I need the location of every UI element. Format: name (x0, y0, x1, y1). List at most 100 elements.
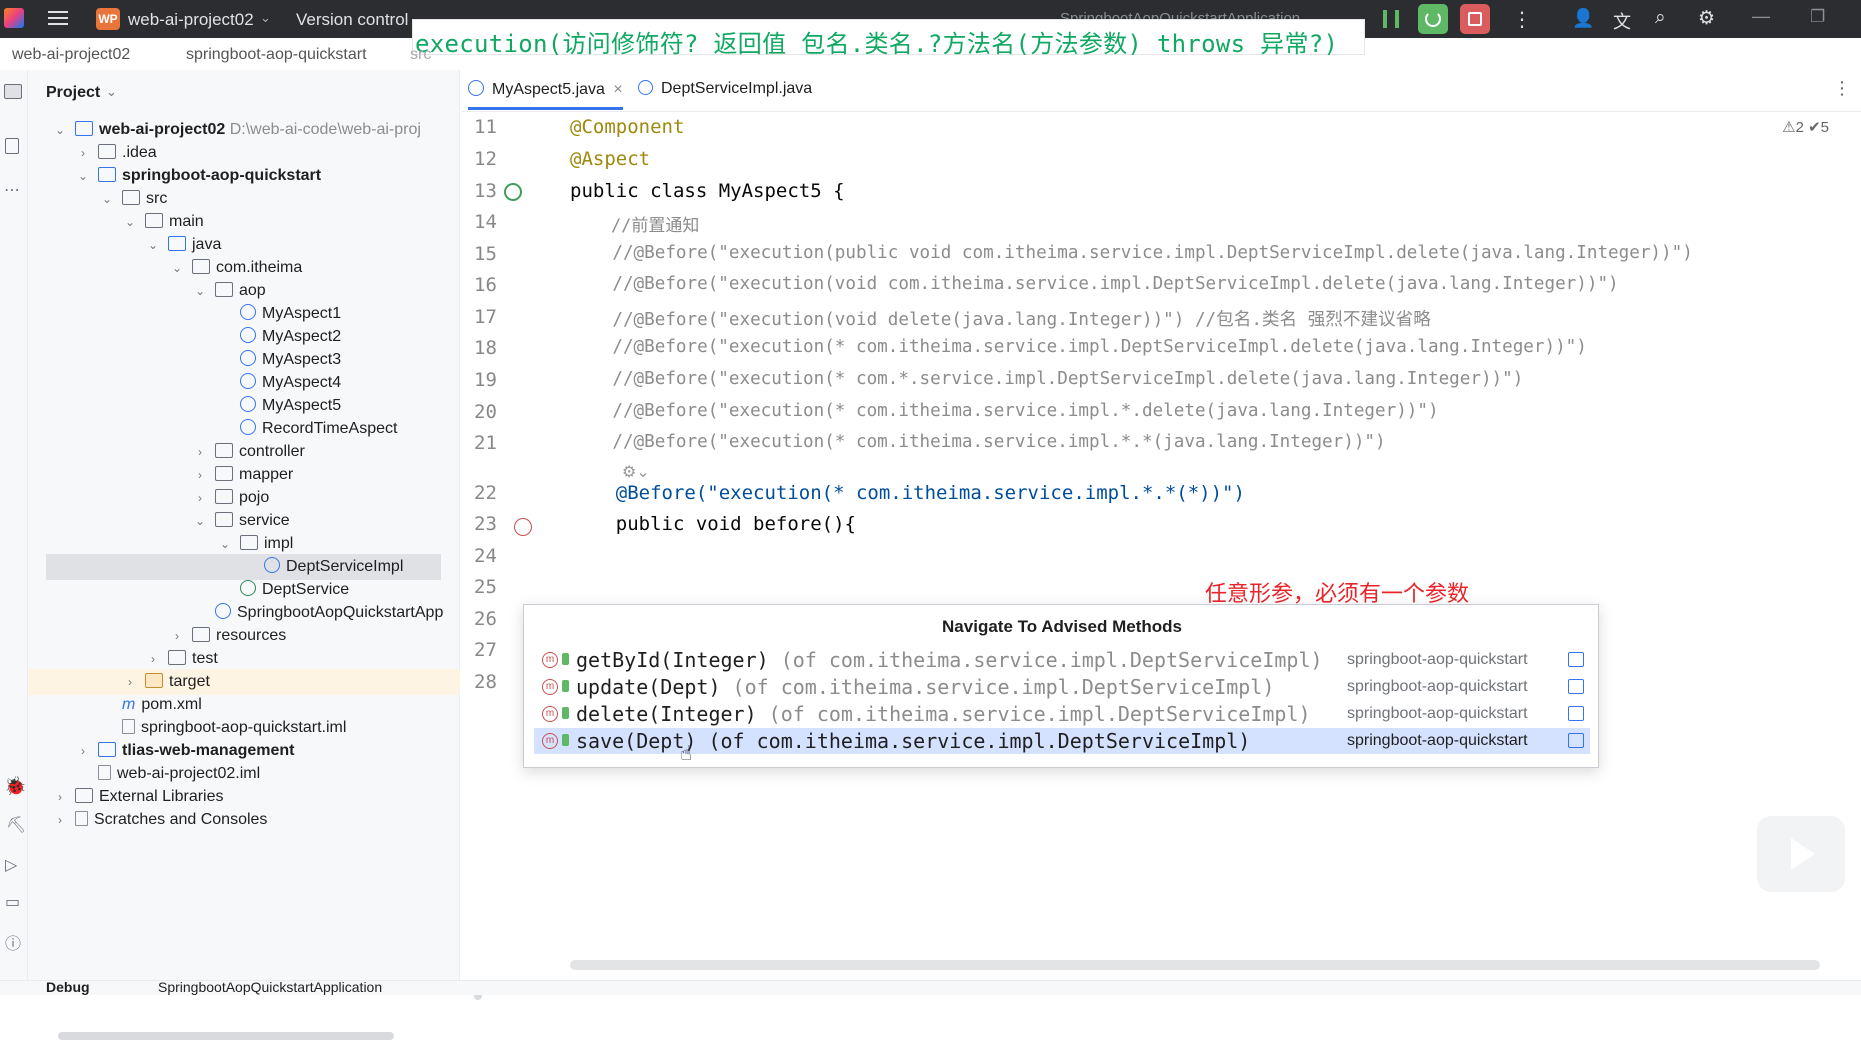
line-number: 26 (474, 608, 497, 630)
line-number: 17 (474, 306, 497, 328)
tree-label: service (239, 512, 290, 529)
chevron-down-icon[interactable]: ⌄ (53, 117, 67, 143)
more-options-icon[interactable]: ⋮ (1512, 7, 1532, 32)
project-panel-title[interactable]: Project (46, 84, 100, 102)
folder-icon (98, 144, 116, 159)
public-access-icon (562, 707, 569, 719)
rerun-button[interactable] (1418, 4, 1448, 34)
code-text: public class MyAspect5 { (570, 180, 845, 202)
tree-label: External Libraries (99, 788, 224, 805)
build-tool-icon[interactable]: ⛏ (6, 815, 26, 835)
tree-label: tlias-web-management (122, 742, 295, 759)
module-name: springboot-aop-quickstart (1347, 651, 1528, 668)
problems-tool-icon[interactable]: ⓘ (5, 930, 21, 954)
package-icon (215, 489, 233, 504)
chevron-down-icon[interactable]: ⌄ (193, 508, 207, 534)
chevron-down-icon[interactable]: ⌄ (170, 255, 184, 281)
search-icon[interactable]: ⌕ (1655, 7, 1666, 29)
folder-icon (122, 190, 140, 205)
package-icon (215, 512, 233, 527)
refresh-icon (1425, 11, 1441, 27)
stop-button[interactable] (1460, 4, 1490, 34)
class-icon (240, 419, 256, 435)
project-horizontal-scrollbar[interactable] (58, 1032, 394, 1040)
ai-suggest-icon[interactable]: ⚙⌄ (622, 462, 650, 482)
chevron-down-icon[interactable]: ⌄ (123, 209, 137, 235)
tree-label: MyAspect1 (262, 305, 342, 322)
resources-folder-icon (192, 627, 210, 642)
intellij-logo-icon[interactable] (4, 8, 24, 28)
line-number: 18 (474, 337, 497, 359)
inspection-widget[interactable]: ⚠2 ✔5 (1782, 118, 1829, 136)
project-badge[interactable]: WP (96, 8, 120, 30)
maximize-icon[interactable]: ❐ (1810, 7, 1825, 27)
tab-myaspect5[interactable]: MyAspect5.java × (468, 80, 623, 110)
terminal-tool-icon[interactable]: ▭ (5, 892, 20, 912)
method-icon: m (542, 733, 558, 749)
debug-tool-icon[interactable]: 🐞 (4, 776, 26, 797)
add-user-icon[interactable]: 👤 (1572, 8, 1594, 29)
chevron-down-icon[interactable]: ⌄ (146, 232, 160, 258)
chevron-down-icon[interactable]: ⌄ (76, 163, 90, 189)
tree-label: Scratches and Consoles (94, 811, 268, 828)
tree-label: MyAspect2 (262, 328, 342, 345)
chevron-down-icon[interactable]: ⌄ (100, 186, 114, 212)
advice-gutter-icon[interactable] (514, 518, 532, 536)
chevron-right-icon[interactable]: › (53, 807, 67, 833)
chevron-down-icon[interactable]: ⌄ (193, 278, 207, 304)
class-icon (240, 373, 256, 389)
tree-label: com.itheima (216, 259, 303, 276)
popup-title: Navigate To Advised Methods (942, 617, 1182, 636)
code-editor[interactable]: MyAspect5.java × DeptServiceImpl.java ⋮ … (462, 70, 1861, 995)
code-text: //@Before("execution(* com.itheima.servi… (570, 337, 1587, 357)
breadcrumb: web-ai-project02 springboot-aop-quicksta… (0, 42, 1861, 70)
tab-label: DeptServiceImpl.java (661, 80, 813, 97)
advised-method-item[interactable]: m update(Dept) (of com.itheima.service.i… (534, 674, 1590, 700)
main-menu-icon[interactable] (48, 11, 68, 25)
breadcrumb-item[interactable]: web-ai-project02 (12, 46, 130, 64)
services-tool-icon[interactable]: ▷ (5, 855, 17, 875)
library-icon (75, 788, 93, 803)
structure-tool-icon[interactable] (5, 138, 19, 154)
advised-method-item[interactable]: m delete(Integer) (of com.itheima.servic… (534, 701, 1590, 727)
spring-app-icon (215, 603, 231, 619)
tree-node-target[interactable]: › target (28, 669, 460, 695)
tree-label: .idea (122, 144, 157, 161)
maven-icon: m (122, 696, 136, 713)
debug-tab[interactable]: Debug (46, 979, 90, 995)
code-text: //@Before("execution(* com.itheima.servi… (570, 401, 1439, 421)
advised-method-item[interactable]: m getById(Integer) (of com.itheima.servi… (534, 647, 1590, 673)
module-folder-icon (1568, 733, 1584, 748)
settings-icon[interactable]: ⚙ (1698, 7, 1715, 30)
more-tools-icon[interactable]: ⋯ (4, 180, 20, 200)
method-owner: (of com.itheima.service.impl.DeptService… (708, 729, 1251, 753)
method-name: getById(Integer) (576, 648, 769, 672)
minimize-icon[interactable]: — (1752, 6, 1770, 27)
tab-options-icon[interactable]: ⋮ (1833, 78, 1851, 99)
line-number: 15 (474, 243, 497, 265)
tree-label: java (192, 236, 222, 253)
advised-method-item-selected[interactable]: m save(Dept) (of com.itheima.service.imp… (534, 728, 1590, 754)
video-play-button[interactable] (1757, 816, 1845, 892)
project-tool-icon[interactable] (4, 84, 22, 99)
bean-gutter-icon[interactable] (504, 183, 522, 201)
version-control-menu[interactable]: Version control (296, 10, 408, 30)
breadcrumb-item[interactable]: springboot-aop-quickstart (186, 46, 367, 64)
breadcrumb-item[interactable]: src (410, 46, 431, 64)
method-signature: save(Dept) (of com.itheima.service.impl.… (576, 729, 1250, 753)
editor-h-scrollbar[interactable] (570, 960, 1820, 970)
class-icon (468, 80, 484, 96)
method-signature: getById(Integer) (of com.itheima.service… (576, 648, 1323, 672)
tree-node-scratches[interactable]: › Scratches and Consoles (58, 807, 268, 833)
tab-deptserviceimpl[interactable]: DeptServiceImpl.java (638, 80, 812, 98)
close-icon[interactable]: × (613, 81, 622, 98)
chevron-down-icon: ⌄ (260, 10, 271, 25)
project-switcher[interactable]: web-ai-project02 (128, 10, 254, 30)
code-text: //前置通知 (570, 216, 700, 236)
chevron-right-icon[interactable]: › (76, 738, 90, 764)
source-folder-icon (168, 236, 186, 251)
code-text: //@Before("execution(void com.itheima.se… (570, 274, 1619, 294)
debug-pause-icon[interactable] (1383, 10, 1399, 28)
translate-icon[interactable]: 文 (1613, 8, 1631, 34)
run-config-tab[interactable]: SpringbootAopQuickstartApplication (158, 979, 382, 995)
